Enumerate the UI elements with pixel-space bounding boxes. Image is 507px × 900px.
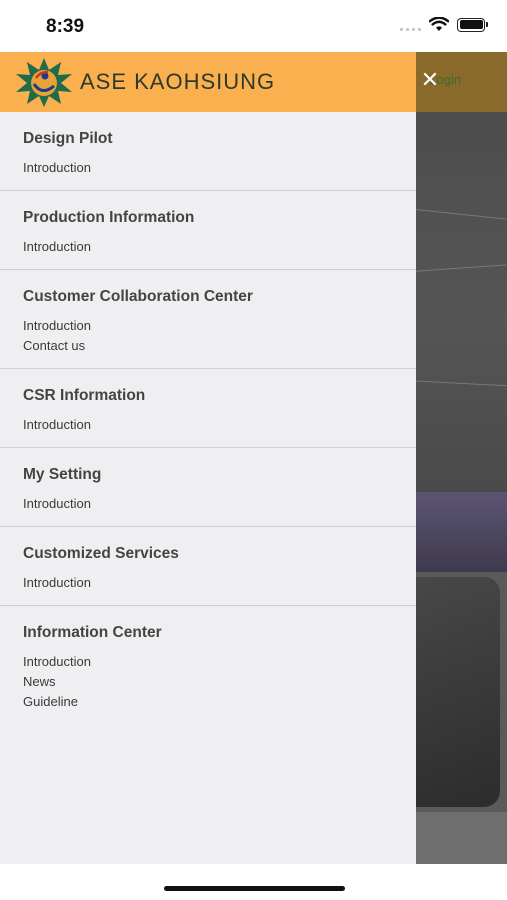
- menu-section: CSR Information Introduction: [0, 369, 416, 448]
- menu-section-title[interactable]: Production Information: [23, 209, 393, 227]
- side-drawer: ASE KAOHSIUNG Design Pilot Introduction Pr…: [0, 52, 416, 864]
- menu-item-link[interactable]: Introduction: [23, 237, 393, 257]
- menu-item-link[interactable]: Introduction: [23, 652, 393, 672]
- menu-section: Design Pilot Introduction: [0, 112, 416, 191]
- menu-section: Information Center Introduction News Guidel…: [0, 606, 416, 724]
- status-time: 8:39: [46, 16, 85, 37]
- menu-item-link[interactable]: Contact us: [23, 336, 393, 356]
- menu-section-title[interactable]: My Setting: [23, 466, 393, 484]
- menu-item-link[interactable]: Introduction: [23, 573, 393, 593]
- menu-list: Design Pilot Introduction Production Infor…: [0, 112, 416, 724]
- wifi-icon: [429, 17, 449, 31]
- brand-name: ASE KAOHSIUNG: [80, 69, 276, 94]
- menu-section-title[interactable]: CSR Information: [23, 387, 393, 405]
- menu-item-link[interactable]: Guideline: [23, 692, 393, 712]
- menu-section: Customized Services Introduction: [0, 527, 416, 606]
- close-icon: ✕: [420, 67, 440, 92]
- home-indicator-area: [0, 864, 507, 900]
- menu-section: Production Information Introduction: [0, 191, 416, 270]
- drawer-header: ASE KAOHSIUNG: [0, 52, 416, 112]
- menu-item-link[interactable]: Introduction: [23, 158, 393, 178]
- ase-logo: [16, 58, 72, 107]
- home-indicator[interactable]: [164, 886, 345, 891]
- menu-item-link[interactable]: Introduction: [23, 316, 393, 336]
- menu-item-link[interactable]: Introduction: [23, 415, 393, 435]
- menu-item-link[interactable]: News: [23, 672, 393, 692]
- signal-icon: [400, 19, 421, 31]
- close-menu-button[interactable]: ✕: [416, 66, 444, 94]
- status-icons: [400, 17, 488, 32]
- menu-section: My Setting Introduction: [0, 448, 416, 527]
- battery-icon: [457, 17, 488, 32]
- menu-section-title[interactable]: Design Pilot: [23, 130, 393, 148]
- menu-section-title[interactable]: Customer Collaboration Center: [23, 288, 393, 306]
- status-bar: 8:39: [0, 0, 507, 52]
- menu-section-title[interactable]: Information Center: [23, 624, 393, 642]
- menu-section: Customer Collaboration Center Introductio…: [0, 270, 416, 369]
- menu-section-title[interactable]: Customized Services: [23, 545, 393, 563]
- menu-item-link[interactable]: Introduction: [23, 494, 393, 514]
